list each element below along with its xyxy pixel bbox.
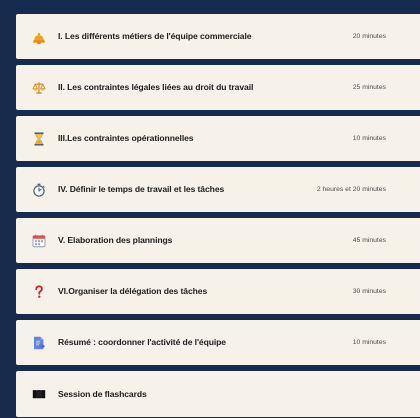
module-list: I. Les différents métiers de l'équipe co… bbox=[16, 14, 420, 417]
module-duration: 2 heures et 20 minutes bbox=[316, 186, 386, 193]
document-arrow-icon bbox=[30, 334, 48, 352]
question-icon bbox=[30, 283, 48, 301]
module-duration: 45 minutes bbox=[352, 237, 386, 244]
module-duration: 25 minutes bbox=[352, 84, 386, 91]
module-title: Résumé : coordonner l'activité de l'équi… bbox=[58, 338, 226, 347]
module-duration: 10 minutes bbox=[352, 135, 386, 142]
course-outline-panel: I. Les différents métiers de l'équipe co… bbox=[0, 0, 420, 418]
calendar-icon bbox=[30, 232, 48, 250]
scales-icon bbox=[30, 79, 48, 97]
flashcards-icon bbox=[30, 385, 48, 403]
module-title: VI.Organiser la délégation des tâches bbox=[58, 287, 208, 296]
module-item-5[interactable]: V. Elaboration des plannings 45 minutes bbox=[16, 218, 420, 263]
module-title: III.Les contraintes opérationnelles bbox=[58, 134, 194, 143]
module-item-7[interactable]: Résumé : coordonner l'activité de l'équi… bbox=[16, 320, 420, 365]
hourglass-icon bbox=[30, 130, 48, 148]
module-item-1[interactable]: I. Les différents métiers de l'équipe co… bbox=[16, 14, 420, 59]
module-item-6[interactable]: VI.Organiser la délégation des tâches 30… bbox=[16, 269, 420, 314]
module-duration: 30 minutes bbox=[352, 288, 386, 295]
module-item-8[interactable]: Session de flashcards bbox=[16, 371, 420, 417]
module-item-4[interactable]: IV. Définir le temps de travail et les t… bbox=[16, 167, 420, 212]
module-item-2[interactable]: II. Les contraintes légales liées au dro… bbox=[16, 65, 420, 110]
module-title: V. Elaboration des plannings bbox=[58, 236, 173, 245]
module-title: IV. Définir le temps de travail et les t… bbox=[58, 185, 225, 194]
stopwatch-icon bbox=[30, 181, 48, 199]
module-title: II. Les contraintes légales liées au dro… bbox=[58, 83, 254, 92]
module-title: I. Les différents métiers de l'équipe co… bbox=[58, 32, 252, 41]
bell-icon bbox=[30, 28, 48, 46]
module-duration: 10 minutes bbox=[352, 339, 386, 346]
module-title: Session de flashcards bbox=[58, 389, 147, 399]
module-item-3[interactable]: III.Les contraintes opérationnelles 10 m… bbox=[16, 116, 420, 161]
module-duration: 20 minutes bbox=[352, 33, 386, 40]
